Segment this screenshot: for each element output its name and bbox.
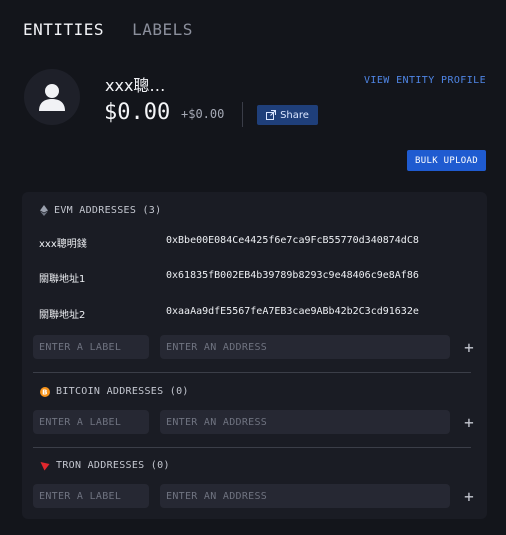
share-label: Share <box>280 109 309 121</box>
tron-section-title: TRON ADDRESSES (0) <box>40 460 170 471</box>
evm-row-label: xxx聰明錢 <box>39 239 87 250</box>
bitcoin-section-label: BITCOIN ADDRESSES (0) <box>56 386 189 397</box>
evm-row-label: 關聯地址2 <box>39 310 86 321</box>
evm-add-icon[interactable]: + <box>462 338 476 357</box>
tab-entities[interactable]: ENTITIES <box>23 20 104 39</box>
evm-row-address: 0xaaAa9dfE5567feA7EB3cae9ABb42b2C3cd9163… <box>166 306 419 317</box>
evm-section-label: EVM ADDRESSES (3) <box>54 205 162 216</box>
evm-row-address: 0xBbe00E084Ce4425f6e7ca9FcB55770d340874d… <box>166 235 419 246</box>
evm-section-title: EVM ADDRESSES (3) <box>40 205 161 216</box>
tron-icon <box>40 461 50 470</box>
bitcoin-add-icon[interactable]: + <box>462 413 476 432</box>
bitcoin-label-input[interactable] <box>33 410 149 434</box>
divider <box>242 102 243 127</box>
bitcoin-section-title: B BITCOIN ADDRESSES (0) <box>40 386 189 397</box>
evm-address-input[interactable] <box>160 335 450 359</box>
balance-delta: +$0.00 <box>181 107 225 121</box>
bitcoin-address-input[interactable] <box>160 410 450 434</box>
section-divider <box>33 372 471 373</box>
share-button[interactable]: Share <box>257 105 318 125</box>
tab-bar: ENTITIES LABELS <box>23 20 193 39</box>
evm-row-label: 關聯地址1 <box>39 274 86 285</box>
entity-balance: $0.00 <box>104 100 171 125</box>
bitcoin-icon: B <box>40 386 50 397</box>
tab-labels[interactable]: LABELS <box>132 20 193 39</box>
svg-text:B: B <box>42 388 48 396</box>
ethereum-icon <box>40 205 48 216</box>
section-divider <box>33 447 471 448</box>
bulk-upload-button[interactable]: BULK UPLOAD <box>407 150 486 171</box>
tron-add-icon[interactable]: + <box>462 487 476 506</box>
entity-name: xxx聰… <box>105 76 166 95</box>
view-entity-profile-link[interactable]: VIEW ENTITY PROFILE <box>364 75 486 86</box>
evm-label-input[interactable] <box>33 335 149 359</box>
avatar <box>24 69 80 125</box>
tron-label-input[interactable] <box>33 484 149 508</box>
evm-row-address: 0x61835fB002EB4b39789b8293c9e48406c9e8Af… <box>166 270 419 281</box>
tron-section-label: TRON ADDRESSES (0) <box>56 460 170 471</box>
share-icon <box>266 110 277 120</box>
tron-address-input[interactable] <box>160 484 450 508</box>
user-icon <box>39 84 65 111</box>
